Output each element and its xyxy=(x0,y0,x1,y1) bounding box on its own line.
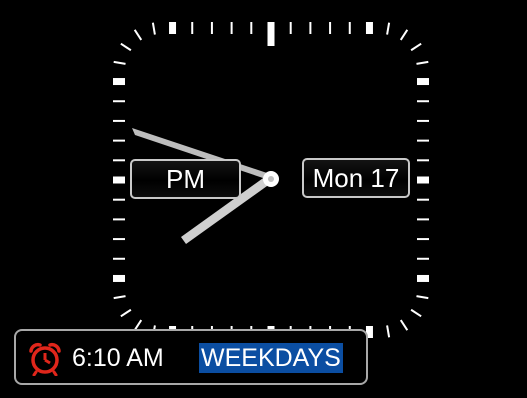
minute-tick xyxy=(120,42,132,52)
date-indicator: Mon 17 xyxy=(302,158,410,198)
minute-tick xyxy=(113,60,126,65)
minute-tick xyxy=(113,295,126,300)
minute-tick xyxy=(399,29,409,41)
date-label: Mon 17 xyxy=(312,163,400,193)
minute-tick xyxy=(416,295,429,300)
minute-tick xyxy=(120,308,132,318)
clock-screen: PM Mon 17 6:10 AM WEEKDAYS xyxy=(0,0,527,398)
alarm-time-label: 6:10 AM xyxy=(72,344,164,372)
alarm-repeat-label: WEEKDAYS xyxy=(199,343,343,373)
minute-tick xyxy=(386,325,391,338)
minute-tick xyxy=(151,22,156,35)
minute-tick xyxy=(410,42,422,52)
am-pm-label: PM xyxy=(166,164,205,194)
minute-tick xyxy=(410,308,422,318)
alarm-clock-icon xyxy=(29,342,61,376)
minute-tick xyxy=(416,60,429,65)
minute-tick xyxy=(133,29,143,41)
alarm-status-bar[interactable]: 6:10 AM WEEKDAYS xyxy=(14,329,368,385)
minute-tick xyxy=(386,22,391,35)
am-pm-indicator: PM xyxy=(130,159,241,199)
minute-tick xyxy=(399,319,409,331)
